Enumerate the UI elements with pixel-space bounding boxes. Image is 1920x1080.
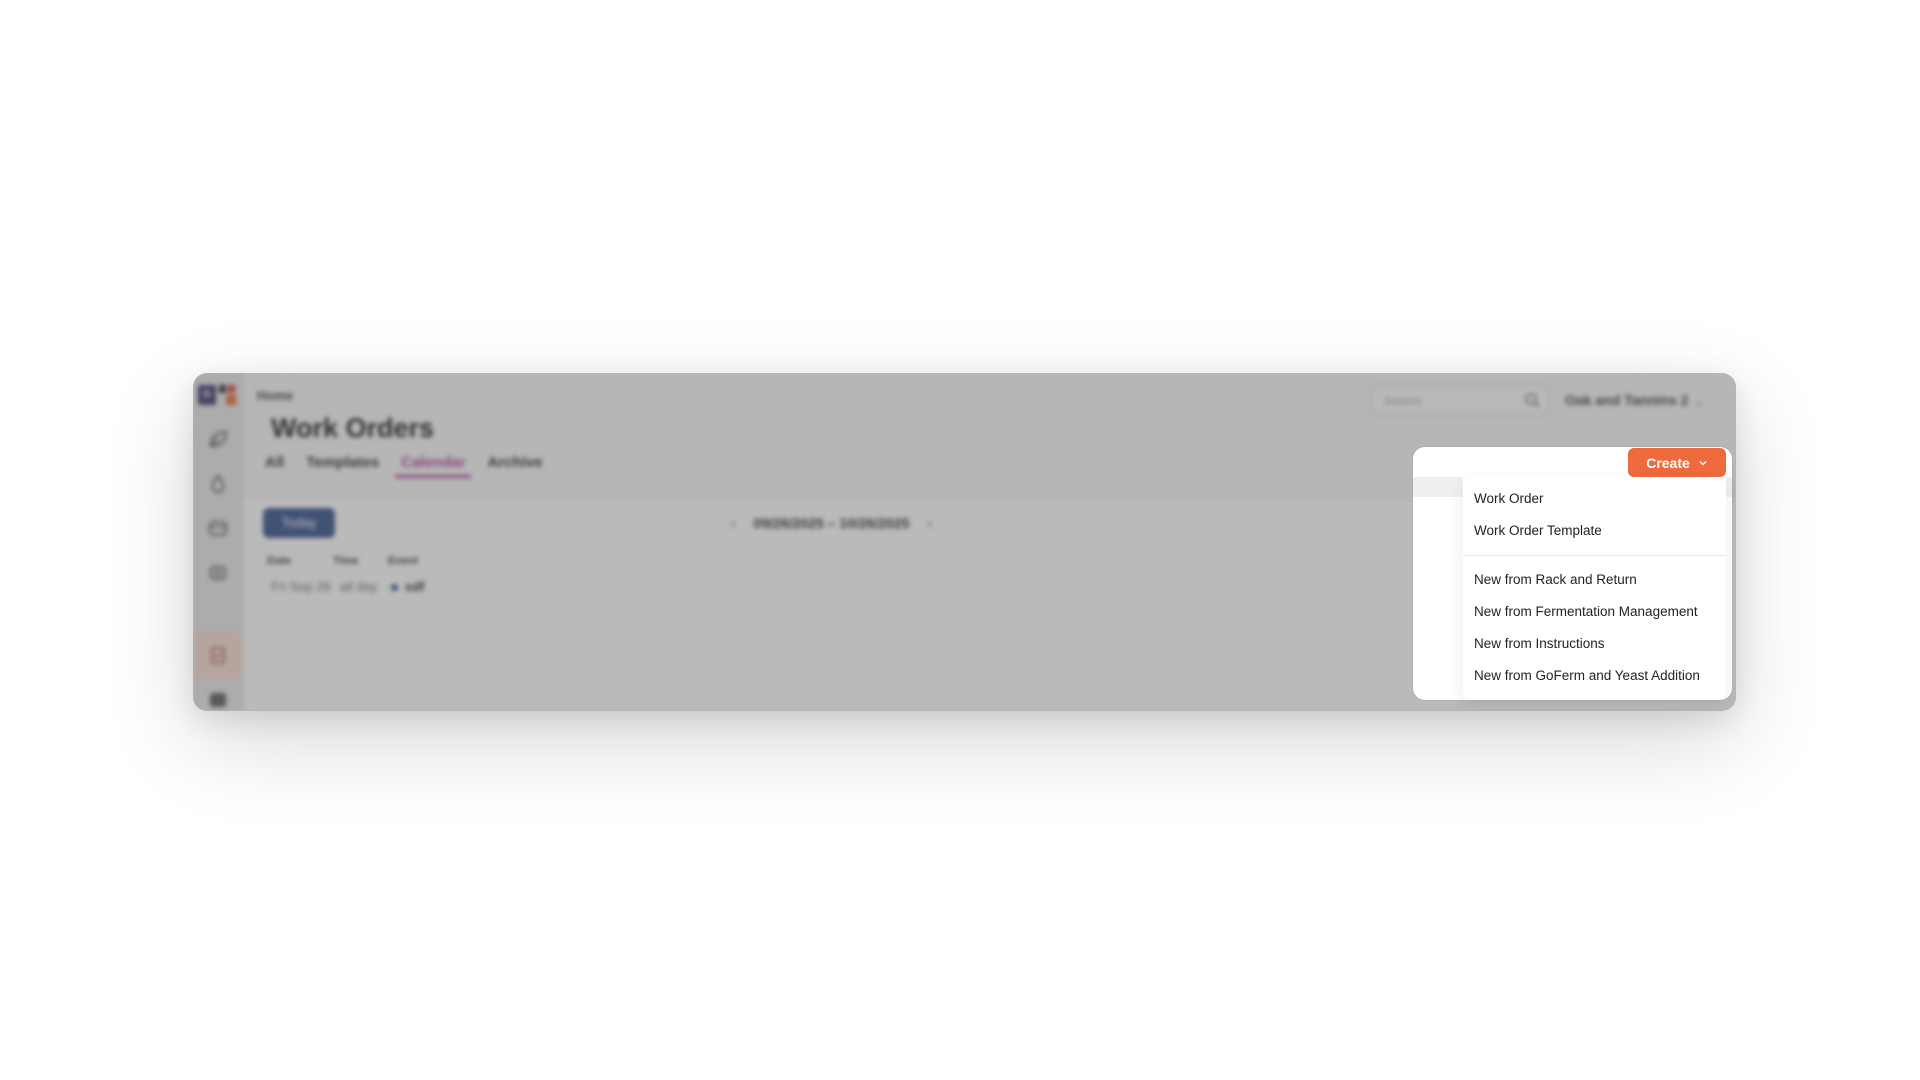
menu-item-rack-and-return[interactable]: New from Rack and Return — [1463, 564, 1726, 596]
create-menu: Work Order Work Order Template New from … — [1463, 477, 1726, 700]
menu-item-work-order[interactable]: Work Order — [1463, 483, 1726, 515]
menu-item-work-order-template[interactable]: Work Order Template — [1463, 515, 1726, 547]
menu-divider — [1463, 555, 1726, 556]
chevron-down-icon — [1698, 455, 1708, 471]
create-dropdown-panel: Create Work Order Work Order Template Ne… — [1413, 447, 1732, 700]
menu-item-goferm-yeast-addition[interactable]: New from GoFerm and Yeast Addition — [1463, 660, 1726, 692]
menu-item-fermentation-management[interactable]: New from Fermentation Management — [1463, 596, 1726, 628]
menu-item-instructions[interactable]: New from Instructions — [1463, 628, 1726, 660]
app-window: D Home Work Orders All Templates Calenda… — [193, 373, 1736, 711]
create-button[interactable]: Create — [1628, 448, 1726, 477]
create-button-label: Create — [1646, 454, 1690, 471]
